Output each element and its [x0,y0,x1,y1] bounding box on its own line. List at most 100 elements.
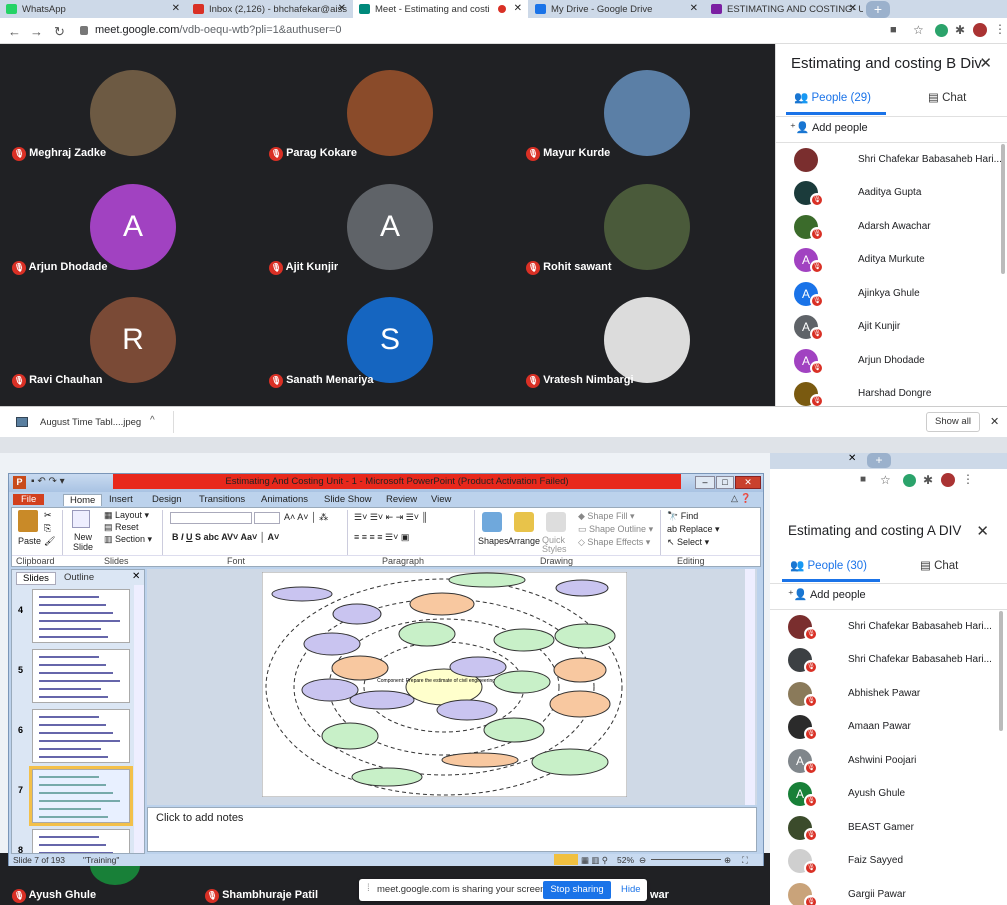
new-tab-button[interactable]: + [867,453,891,468]
list-item[interactable]: 🎙 Adarsh Awachar [776,210,1007,244]
arrange-button[interactable]: Arrange [508,536,540,546]
add-people-button[interactable]: ⁺👤 Add people [788,588,866,601]
select-button[interactable]: ↖ Select ▾ [667,537,709,548]
zoom-in-icon[interactable]: ⊕ [724,855,731,866]
slide-thumbnail[interactable] [29,766,133,826]
list-item[interactable]: 🎙 Abhishek Pawar [770,677,1007,711]
minimize-button[interactable]: – [695,476,715,489]
font-size-buttons[interactable]: A˄ A˅ │ ⁂ [284,512,328,523]
tab-drive[interactable]: My Drive - Google Drive ✕ [529,0,704,18]
close-icon[interactable]: ✕ [976,522,989,540]
list-item[interactable]: 🎙 Faiz Sayyed [770,845,1007,879]
participant-tile[interactable]: 🎙 Ravi Chauhan [12,374,102,388]
close-icon[interactable]: ✕ [849,3,857,14]
format-painter-icon[interactable]: 🖌 [44,536,55,547]
extension-icon[interactable] [903,474,916,487]
avatar[interactable] [973,23,987,37]
list-item[interactable]: 🎙 Shri Chafekar Babasaheb Hari... [770,610,1007,644]
list-item[interactable]: A 🎙 Arjun Dhodade [776,344,1007,378]
tab-view[interactable]: View [431,494,451,505]
url-field[interactable]: meet.google.com/vdb-oequ-wtb?pli=1&authu… [95,24,341,36]
tab-people[interactable]: 👥 People (29) [794,90,871,104]
tab-transitions[interactable]: Transitions [199,494,245,505]
align-buttons[interactable]: ≡ ≡ ≡ ≡ ☰˅ ▣ [354,532,409,543]
shape-outline-button[interactable]: ▭ Shape Outline ▾ [578,524,653,535]
participant-tile[interactable]: 🎙 Rohit sawant [526,261,612,275]
slide-thumbnail[interactable] [32,709,130,763]
close-button[interactable]: ✕ [735,476,761,489]
participant-tile[interactable]: 🎙 Parag Kokare [269,147,357,161]
participant-tile[interactable]: 🎙 Meghraj Zadke [12,147,106,161]
back-icon[interactable]: ← [8,24,21,39]
tab-gmail[interactable]: Inbox (2,126) - bhchafekar@aiss ✕ [187,0,352,18]
fit-icon[interactable]: ⛶ [742,855,748,866]
tab-insert[interactable]: Insert [109,494,133,505]
font-format-buttons[interactable]: B I U S abc AV˅ Aa˅ │ A˅ [172,532,279,542]
list-item[interactable]: 🎙 Amaan Pawar [770,711,1007,745]
shape-fill-button[interactable]: ◆ Shape Fill ▾ [578,511,634,522]
tab-chat[interactable]: ▤ Chat [920,558,958,572]
forward-icon[interactable]: → [30,24,43,39]
close-icon[interactable]: ✕ [172,3,180,14]
hide-button[interactable]: Hide [621,884,641,895]
font-size-select[interactable] [254,512,280,524]
participant-tile[interactable]: 🎙 Vratesh Nimbargi [526,374,634,388]
tab-whatsapp[interactable]: WhatsApp ✕ [0,0,186,18]
tab-home[interactable]: Home [63,494,103,506]
normal-view-icon[interactable] [554,854,578,865]
cut-icon[interactable]: ✂ [44,510,52,521]
close-icon[interactable]: ✕ [979,54,992,72]
slide-thumbnail[interactable] [32,589,130,643]
menu-icon[interactable]: ⋮ [962,472,974,486]
drag-handle-icon[interactable]: ⁞ [367,883,370,894]
tab-slide-show[interactable]: Slide Show [324,494,372,505]
help-icon[interactable]: △ ❓ [731,493,752,504]
shapes-button[interactable]: Shapes [478,536,509,546]
close-icon[interactable]: ✕ [132,571,140,582]
extension-icon[interactable] [935,24,948,37]
font-name-select[interactable] [170,512,252,524]
participant-tile[interactable]: 🎙 Ajit Kunjir [269,261,338,275]
tab-meet[interactable]: Meet - Estimating and costi ✕ [353,0,528,18]
scrollbar[interactable] [999,611,1003,731]
camera-icon[interactable]: ■ [890,24,897,36]
close-icon[interactable]: ✕ [848,453,856,464]
puzzle-icon[interactable]: ✱ [955,23,965,37]
download-item[interactable]: August Time Tabl....jpeg [40,417,141,428]
list-item[interactable]: Shri Chafekar Babasaheb Hari... [776,143,1007,177]
list-item[interactable]: 🎙 Aaditya Gupta [776,177,1007,211]
new-tab-button[interactable]: + [866,1,890,18]
new-slide-button[interactable]: New Slide [68,532,98,552]
tab-docs[interactable]: ESTIMATING AND COSTING- UN ✕ [705,0,863,18]
tab-people[interactable]: 👥 People (30) [790,558,867,572]
tab-design[interactable]: Design [152,494,182,505]
list-item[interactable]: A 🎙 Ajit Kunjir [776,311,1007,345]
show-all-button[interactable]: Show all [926,412,980,432]
scrollbar[interactable] [745,569,755,805]
slide-thumbnail[interactable] [32,829,130,853]
replace-button[interactable]: ab Replace ▾ [667,524,720,535]
tab-outline[interactable]: Outline [64,572,94,583]
chevron-up-icon[interactable]: ^ [150,415,155,426]
reload-icon[interactable]: ↻ [54,24,65,40]
close-icon[interactable]: ✕ [690,3,698,14]
zoom-slider[interactable] [651,859,721,860]
list-item[interactable]: 🎙 Shri Chafekar Babasaheb Hari... [770,644,1007,678]
maximize-button[interactable]: □ [716,476,734,489]
paste-button[interactable]: Paste [18,536,41,546]
star-icon[interactable]: ☆ [880,473,891,487]
scrollbar[interactable] [1001,144,1005,274]
list-item[interactable]: 🎙 BEAST Gamer [770,811,1007,845]
close-icon[interactable]: ✕ [514,3,522,14]
star-icon[interactable]: ☆ [913,23,924,37]
quick-access-icons[interactable]: ▪ ↶ ↷ ▾ [31,476,65,487]
notes-pane[interactable]: Click to add notes [147,807,757,852]
find-button[interactable]: 🔭 Find [667,511,698,522]
list-item[interactable]: A 🎙 Ashwini Poojari [770,744,1007,778]
quick-styles-button[interactable]: Quick Styles [542,536,574,554]
add-people-button[interactable]: ⁺👤 Add people [790,121,868,134]
participant-tile[interactable]: 🎙 Sanath Menariya [269,374,373,388]
section-button[interactable]: ▥ Section ▾ [104,534,152,545]
tab-file[interactable]: File [13,494,45,505]
list-item[interactable]: A 🎙 Ajinkya Ghule [776,277,1007,311]
